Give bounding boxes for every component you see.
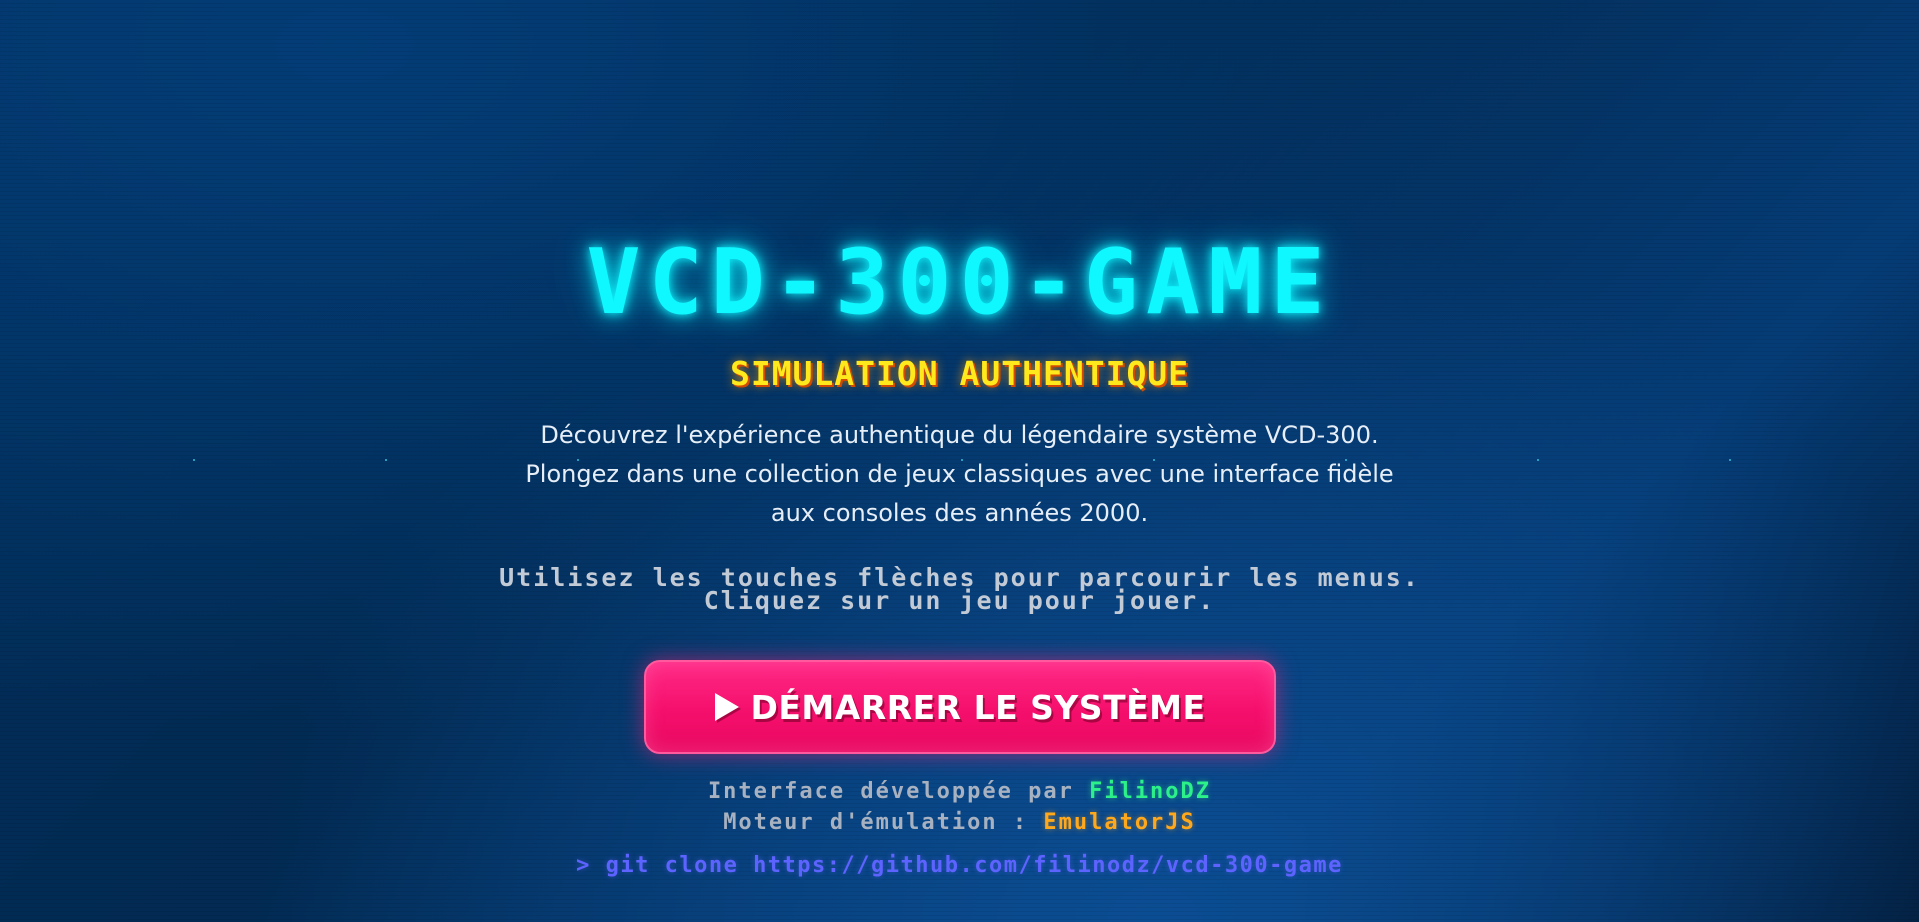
instructions: Utilisez les touches flèches pour parcou…: [490, 563, 1429, 614]
developer-credit: Interface développée par FilinoDZ: [0, 776, 1919, 807]
intro-screen: VCD-300-GAME SIMULATION AUTHENTIQUE Déco…: [0, 0, 1919, 922]
engine-prefix: Moteur d'émulation :: [723, 810, 1029, 835]
description-line: Découvrez l'expérience authentique du lé…: [540, 421, 1379, 449]
engine-name: EmulatorJS: [1043, 810, 1196, 835]
credits: Interface développée par FilinoDZ Moteur…: [0, 776, 1919, 838]
play-icon: [714, 693, 739, 721]
start-system-button[interactable]: DÉMARRER LE SYSTÈME: [644, 660, 1276, 754]
start-button-label: DÉMARRER LE SYSTÈME: [750, 687, 1206, 727]
developer-name: FilinoDZ: [1089, 779, 1212, 804]
developer-prefix: Interface développée par: [707, 779, 1074, 804]
git-clone-link[interactable]: > git clone https://github.com/filinodz/…: [0, 852, 1919, 880]
description: Découvrez l'expérience authentique du lé…: [460, 416, 1459, 533]
description-line: aux consoles des années 2000.: [770, 499, 1149, 527]
page-subtitle: SIMULATION AUTHENTIQUE: [729, 354, 1190, 393]
page-title: VCD-300-GAME: [586, 230, 1333, 335]
instructions-line: Utilisez les touches flèches pour parcou…: [499, 563, 1420, 592]
engine-credit: Moteur d'émulation : EmulatorJS: [0, 807, 1919, 838]
description-line: Plongez dans une collection de jeux clas…: [525, 460, 1394, 488]
